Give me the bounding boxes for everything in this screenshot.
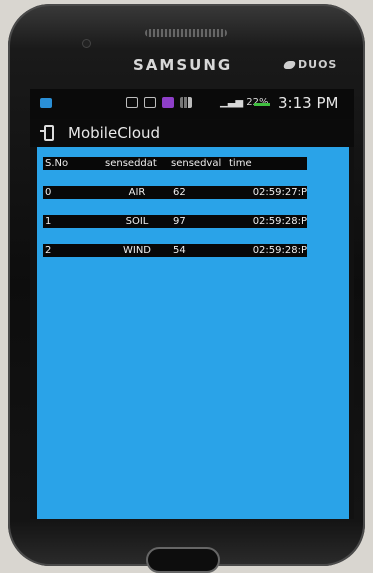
cell-senseddat: SOIL xyxy=(125,216,149,227)
cell-sno: 0 xyxy=(45,187,52,198)
cell-time: 02:59:28:P xyxy=(252,216,307,227)
app-title: MobileCloud xyxy=(68,124,161,142)
front-camera xyxy=(83,40,90,47)
status-icons xyxy=(126,97,192,108)
brand-logo: SAMSUNG xyxy=(133,56,233,74)
table-row[interactable]: 0 AIR 62 02:59:27:P xyxy=(43,186,307,199)
cell-sno: 2 xyxy=(45,245,52,256)
network-icon xyxy=(180,97,192,108)
cell-senseddat: WIND xyxy=(122,245,152,256)
app-notification-icon xyxy=(162,97,174,108)
phone-frame: SAMSUNG DUOS ▁▃▅ 22% 3:13 PM MobileCloud xyxy=(8,4,365,573)
battery-icon xyxy=(254,103,270,106)
earpiece-speaker xyxy=(145,29,227,37)
duos-label: DUOS xyxy=(298,58,338,71)
duos-badge: DUOS xyxy=(282,58,338,71)
cell-senseddat: AIR xyxy=(128,187,146,198)
cell-sensedval: 62 xyxy=(173,187,186,198)
table-row[interactable]: 1 SOIL 97 02:59:28:P xyxy=(43,215,307,228)
cell-time: 02:59:28:P xyxy=(252,245,307,256)
phone-bottom-bezel xyxy=(8,519,365,573)
home-button[interactable] xyxy=(146,547,220,573)
app-title-bar: MobileCloud xyxy=(30,119,354,147)
header-sensedval: sensedval xyxy=(171,158,222,169)
signal-icon: ▁▃▅ xyxy=(220,97,244,108)
mobile-icon xyxy=(40,125,54,141)
clock: 3:13 PM xyxy=(278,94,339,112)
cell-sno: 1 xyxy=(45,216,52,227)
notification-icon xyxy=(40,98,52,108)
screen: ▁▃▅ 22% 3:13 PM MobileCloud S.No sensedd… xyxy=(30,89,354,519)
header-sno: S.No xyxy=(45,158,69,169)
table-row[interactable]: 2 WIND 54 02:59:28:P xyxy=(43,244,307,257)
content-area: S.No senseddat sensedval time 0 AIR 62 0… xyxy=(37,147,349,519)
duos-icon xyxy=(282,61,297,69)
status-bar: ▁▃▅ 22% 3:13 PM xyxy=(30,89,354,119)
cell-sensedval: 54 xyxy=(173,245,186,256)
header-senseddat: senseddat xyxy=(105,158,157,169)
cell-time: 02:59:27:P xyxy=(252,187,307,198)
table-header-row: S.No senseddat sensedval time xyxy=(43,157,307,170)
header-time: time xyxy=(229,158,252,169)
mute-icon xyxy=(126,97,138,108)
alarm-icon xyxy=(144,97,156,108)
cell-sensedval: 97 xyxy=(173,216,186,227)
